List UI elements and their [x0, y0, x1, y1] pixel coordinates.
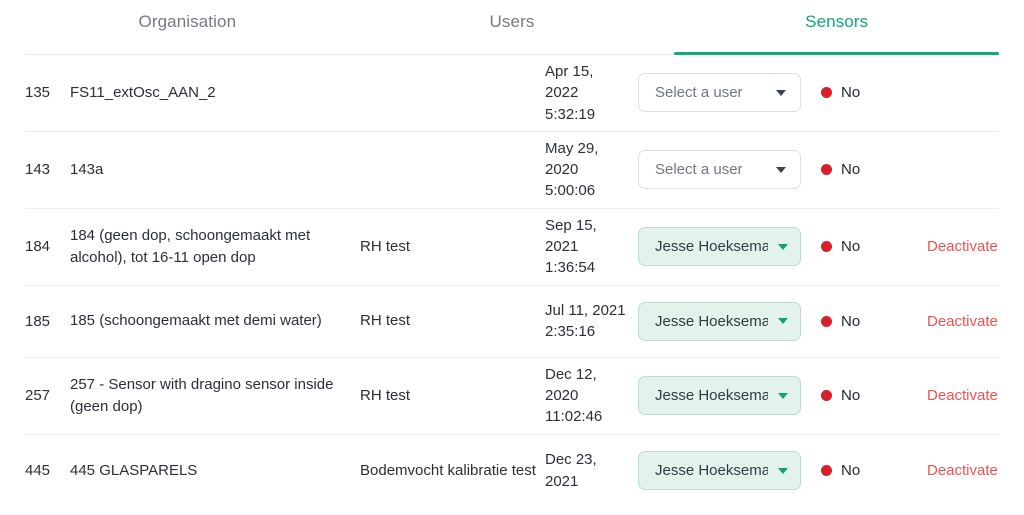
organisation-name: Bodemvocht kalibratie test — [360, 461, 536, 479]
status-dot-icon — [821, 315, 832, 327]
user-select-label: Jesse Hoeksema — [655, 387, 768, 405]
status-badge: No — [805, 387, 905, 404]
sensor-id: 143 — [25, 161, 51, 179]
user-cell: Jesse Hoeksema — [630, 227, 805, 267]
user-cell: Select a user — [630, 73, 805, 113]
chevron-down-icon — [778, 467, 788, 474]
user-select-assigned[interactable]: Jesse Hoeksema — [638, 301, 801, 341]
action-cell: Deactivate — [905, 462, 999, 479]
chevron-down-icon — [778, 392, 788, 399]
status-label: No — [841, 161, 861, 179]
tab-users[interactable]: Users — [350, 0, 675, 54]
status-badge: No — [805, 161, 905, 178]
sensor-name: 184 (geen dop, schoongemaakt met alcohol… — [70, 226, 311, 266]
status-label: No — [841, 462, 861, 480]
user-select-assigned[interactable]: Jesse Hoeksema — [638, 451, 801, 491]
table-row: 143 143a May 29, 2020 5:00:06 Select a user… — [25, 132, 999, 209]
sensor-id: 135 — [25, 84, 51, 102]
table-row: 185 185 (schoongemaakt met demi water) RH … — [25, 286, 999, 358]
sensor-name: 445 GLASPARELS — [70, 461, 198, 479]
status-badge: No — [805, 313, 905, 330]
chevron-down-icon — [778, 318, 788, 325]
sensor-id: 257 — [25, 387, 51, 405]
user-cell: Select a user — [630, 150, 805, 190]
sensor-date: May 29, 2020 5:00:06 — [545, 139, 599, 200]
deactivate-button[interactable]: Deactivate — [927, 313, 998, 330]
sensor-name: 143a — [70, 160, 104, 178]
tab-users-label: Users — [489, 12, 535, 31]
sensor-name: FS11_extOsc_AAN_2 — [70, 84, 216, 102]
status-label: No — [841, 238, 861, 256]
chevron-down-icon — [776, 89, 786, 96]
sensor-id: 185 — [25, 312, 51, 330]
status-dot-icon — [821, 241, 832, 253]
action-cell: Deactivate — [905, 238, 999, 255]
user-select-label: Jesse Hoeksema — [655, 462, 768, 480]
user-select-label: Select a user — [655, 84, 743, 102]
user-select-label: Jesse Hoeksema — [655, 238, 768, 256]
user-select-label: Jesse Hoeksema — [655, 312, 768, 330]
table-row: 135 FS11_extOsc_AAN_2 Apr 15, 2022 5:32:19… — [25, 55, 999, 132]
status-label: No — [841, 387, 861, 405]
sensors-table: 135 FS11_extOsc_AAN_2 Apr 15, 2022 5:32:19… — [25, 55, 999, 507]
tab-organisation[interactable]: Organisation — [25, 0, 350, 54]
status-label: No — [841, 312, 861, 330]
tab-organisation-label: Organisation — [138, 12, 237, 31]
chevron-down-icon — [776, 166, 786, 173]
table-row: 184 184 (geen dop, schoongemaakt met alco… — [25, 209, 999, 286]
user-select-placeholder[interactable]: Select a user — [638, 150, 801, 190]
sensor-id: 184 — [25, 238, 51, 256]
sensors-page: Organisation Users Sensors 135 FS11_extOs… — [0, 0, 1024, 515]
user-cell: Jesse Hoeksema — [630, 451, 805, 491]
user-select-assigned[interactable]: Jesse Hoeksema — [638, 227, 801, 267]
action-cell: Deactivate — [905, 387, 999, 404]
organisation-name: RH test — [360, 386, 411, 404]
tab-bar: Organisation Users Sensors — [25, 0, 999, 55]
sensor-date: Dec 23, 2021 — [545, 451, 597, 490]
action-cell: Deactivate — [905, 313, 999, 330]
sensor-date: Dec 12, 2020 11:02:46 — [545, 365, 603, 426]
status-dot-icon — [821, 465, 832, 477]
deactivate-button[interactable]: Deactivate — [927, 462, 998, 479]
user-cell: Jesse Hoeksema — [630, 301, 805, 341]
sensor-name: 257 - Sensor with dragino sensor inside … — [70, 375, 334, 415]
status-dot-icon — [821, 164, 832, 176]
table-row: 445 445 GLASPARELS Bodemvocht kalibratie t… — [25, 435, 999, 507]
status-label: No — [841, 84, 861, 102]
status-badge: No — [805, 238, 905, 255]
organisation-name: RH test — [360, 237, 411, 255]
status-badge: No — [805, 462, 905, 479]
deactivate-button[interactable]: Deactivate — [927, 387, 998, 404]
status-dot-icon — [821, 390, 832, 402]
sensor-date: Apr 15, 2022 5:32:19 — [545, 63, 596, 123]
deactivate-button[interactable]: Deactivate — [927, 238, 998, 255]
chevron-down-icon — [778, 243, 788, 250]
tab-sensors-label: Sensors — [805, 12, 869, 31]
status-dot-icon — [821, 87, 832, 99]
organisation-name: RH test — [360, 312, 411, 330]
sensor-date: Sep 15, 2021 1:36:54 — [545, 216, 597, 277]
sensor-name: 185 (schoongemaakt met demi water) — [70, 312, 322, 330]
user-select-label: Select a user — [655, 161, 743, 179]
table-row: 257 257 - Sensor with dragino sensor insi… — [25, 358, 999, 435]
user-select-placeholder[interactable]: Select a user — [638, 73, 801, 113]
user-select-assigned[interactable]: Jesse Hoeksema — [638, 376, 801, 416]
tab-sensors[interactable]: Sensors — [674, 0, 999, 55]
status-badge: No — [805, 84, 905, 101]
sensor-date: Jul 11, 2021 2:35:16 — [545, 301, 626, 341]
user-cell: Jesse Hoeksema — [630, 376, 805, 416]
sensor-id: 445 — [25, 462, 51, 480]
